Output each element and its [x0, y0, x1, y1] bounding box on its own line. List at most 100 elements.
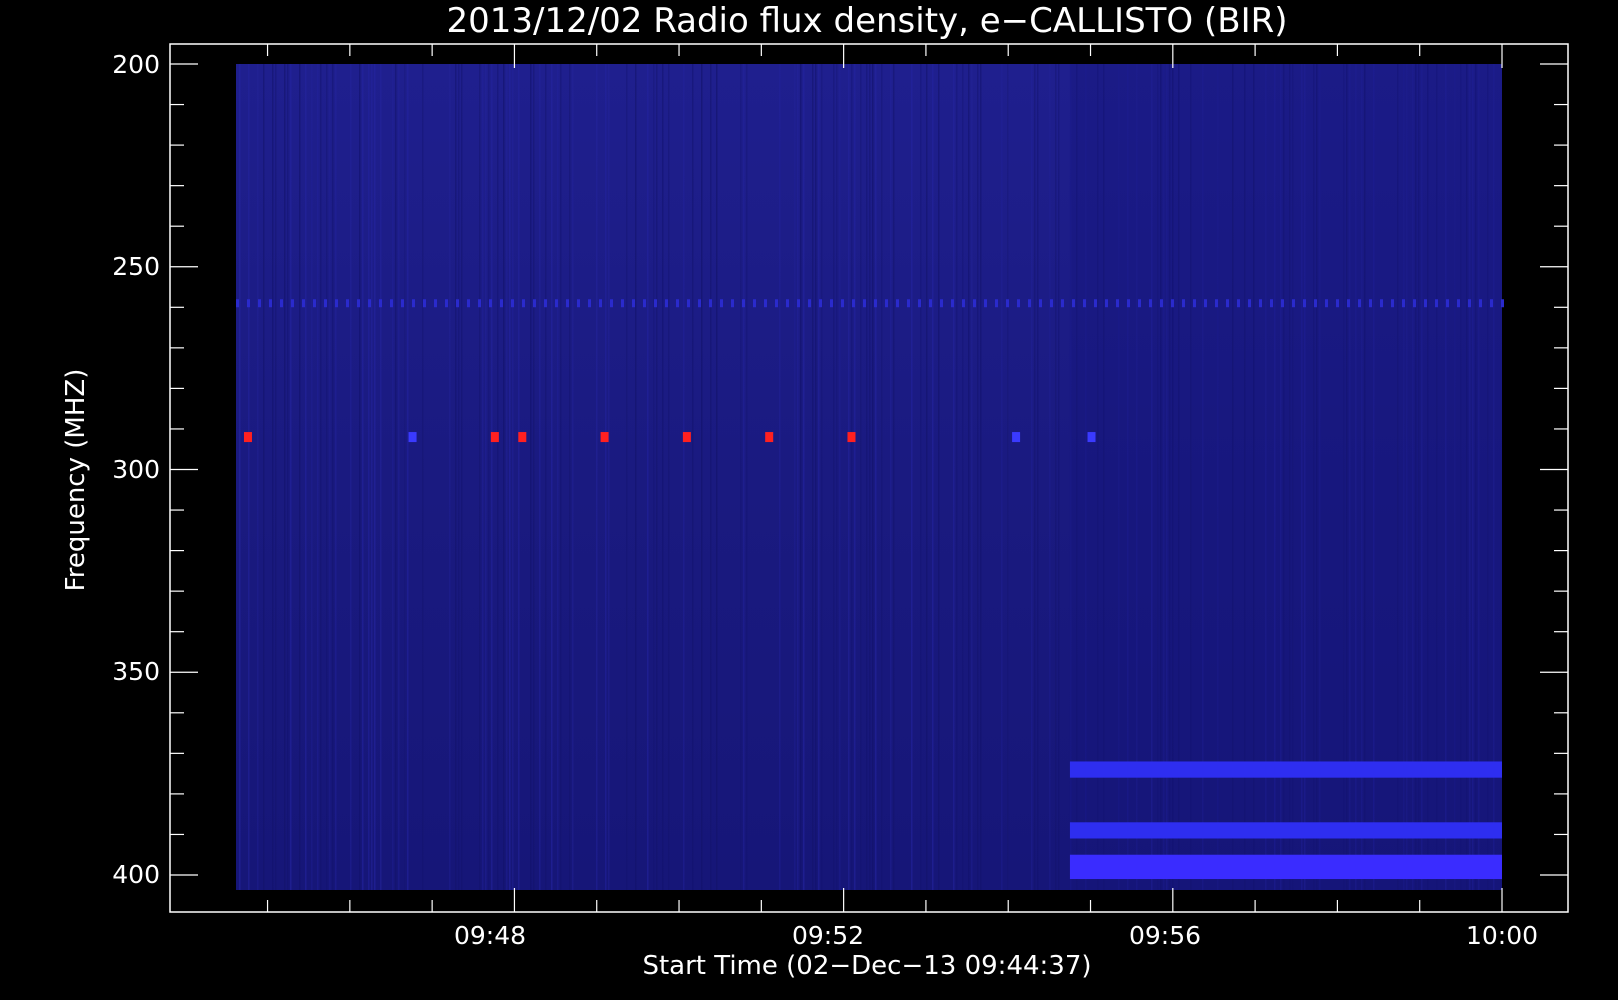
- interference-line-segment: [1226, 299, 1229, 308]
- interference-line-segment: [1369, 299, 1372, 308]
- interference-line-segment: [1380, 299, 1383, 308]
- noise-column: [509, 64, 511, 890]
- interference-line-segment: [1072, 299, 1075, 308]
- noise-column: [317, 64, 319, 890]
- interference-line-segment: [1116, 299, 1119, 308]
- interference-line-segment: [1061, 299, 1064, 308]
- interference-line-segment: [720, 299, 723, 308]
- interference-line-segment: [1402, 299, 1405, 308]
- interference-line-segment: [1303, 299, 1306, 308]
- interference-line-segment: [830, 299, 833, 308]
- interference-line-segment: [1204, 299, 1207, 308]
- noise-column: [911, 64, 913, 890]
- noise-column: [248, 64, 250, 890]
- x-tick-label: 10:00: [1466, 921, 1538, 950]
- noise-column: [284, 64, 286, 890]
- noise-column: [1037, 64, 1039, 890]
- interference-line-segment: [599, 299, 602, 308]
- noise-column: [488, 64, 490, 890]
- noise-column: [803, 64, 805, 890]
- noise-column: [482, 64, 484, 890]
- noise-column: [518, 64, 520, 890]
- noise-column: [920, 64, 922, 890]
- interference-line-segment: [401, 299, 404, 308]
- noise-column: [980, 64, 982, 890]
- noise-column: [953, 64, 955, 890]
- noise-column: [740, 64, 742, 890]
- x-tick-label: 09:48: [454, 921, 526, 950]
- interference-line-segment: [885, 299, 888, 308]
- noise-column: [398, 64, 400, 890]
- noise-column: [287, 64, 289, 890]
- interference-line-segment: [709, 299, 712, 308]
- interference-line-segment: [1457, 299, 1460, 308]
- interference-line-segment: [687, 299, 690, 308]
- noise-column: [875, 64, 877, 890]
- noise-column: [239, 64, 241, 890]
- interference-line-segment: [1017, 299, 1020, 308]
- interference-line-segment: [632, 299, 635, 308]
- interference-line-segment: [1171, 299, 1174, 308]
- noise-column: [890, 64, 892, 890]
- noise-column: [851, 64, 853, 890]
- noise-column: [539, 64, 541, 890]
- interference-line-segment: [1215, 299, 1218, 308]
- noise-column: [710, 64, 712, 890]
- interference-line-segment: [1314, 299, 1317, 308]
- noise-column: [932, 64, 934, 890]
- noise-column: [404, 64, 406, 890]
- y-tick-labels: 200 250 300 350 400: [112, 50, 160, 889]
- noise-column: [455, 64, 457, 890]
- interference-line-segment: [1039, 299, 1042, 308]
- interference-line-segment: [1490, 299, 1493, 308]
- noise-column: [881, 64, 883, 890]
- interference-line-segment: [1292, 299, 1295, 308]
- spectrogram-heatmap: [236, 64, 1504, 890]
- noise-column: [395, 64, 397, 890]
- noise-column: [329, 64, 331, 890]
- interference-line-segment: [1006, 299, 1009, 308]
- interference-line-segment: [1248, 299, 1251, 308]
- noise-column: [557, 64, 559, 890]
- noise-column: [968, 64, 970, 890]
- interference-dot: [765, 432, 774, 443]
- interference-line-segment: [610, 299, 613, 308]
- interference-line-segment: [907, 299, 910, 308]
- interference-line-segment: [500, 299, 503, 308]
- noise-column: [380, 64, 382, 890]
- noise-column: [701, 64, 703, 890]
- noise-column: [608, 64, 610, 890]
- interference-line-segment: [621, 299, 624, 308]
- interference-line-segment: [324, 299, 327, 308]
- interference-line-segment: [412, 299, 415, 308]
- noise-column: [1034, 64, 1036, 890]
- interference-line-segment: [995, 299, 998, 308]
- noise-column: [653, 64, 655, 890]
- noise-column: [716, 64, 718, 890]
- noise-column: [656, 64, 658, 890]
- noise-column: [326, 64, 328, 890]
- noise-column: [512, 64, 514, 890]
- noise-column: [263, 64, 265, 890]
- noise-column: [926, 64, 928, 890]
- noise-column: [818, 64, 820, 890]
- noise-column: [977, 64, 979, 890]
- interference-line-segment: [269, 299, 272, 308]
- x-tick-label: 09:52: [792, 921, 864, 950]
- interference-line-segment: [698, 299, 701, 308]
- y-tick-label: 200: [112, 50, 160, 79]
- interference-line-segment: [456, 299, 459, 308]
- noise-column: [1055, 64, 1057, 890]
- interference-line-segment: [346, 299, 349, 308]
- noise-column: [569, 64, 571, 890]
- noise-column: [854, 64, 856, 890]
- interference-line-segment: [1468, 299, 1471, 308]
- noise-column: [479, 64, 481, 890]
- noise-column: [533, 64, 535, 890]
- noise-column: [746, 64, 748, 890]
- interference-line-segment: [951, 299, 954, 308]
- noise-column: [305, 64, 307, 890]
- interference-line-segment: [390, 299, 393, 308]
- interference-line-segment: [489, 299, 492, 308]
- interference-line-segment: [742, 299, 745, 308]
